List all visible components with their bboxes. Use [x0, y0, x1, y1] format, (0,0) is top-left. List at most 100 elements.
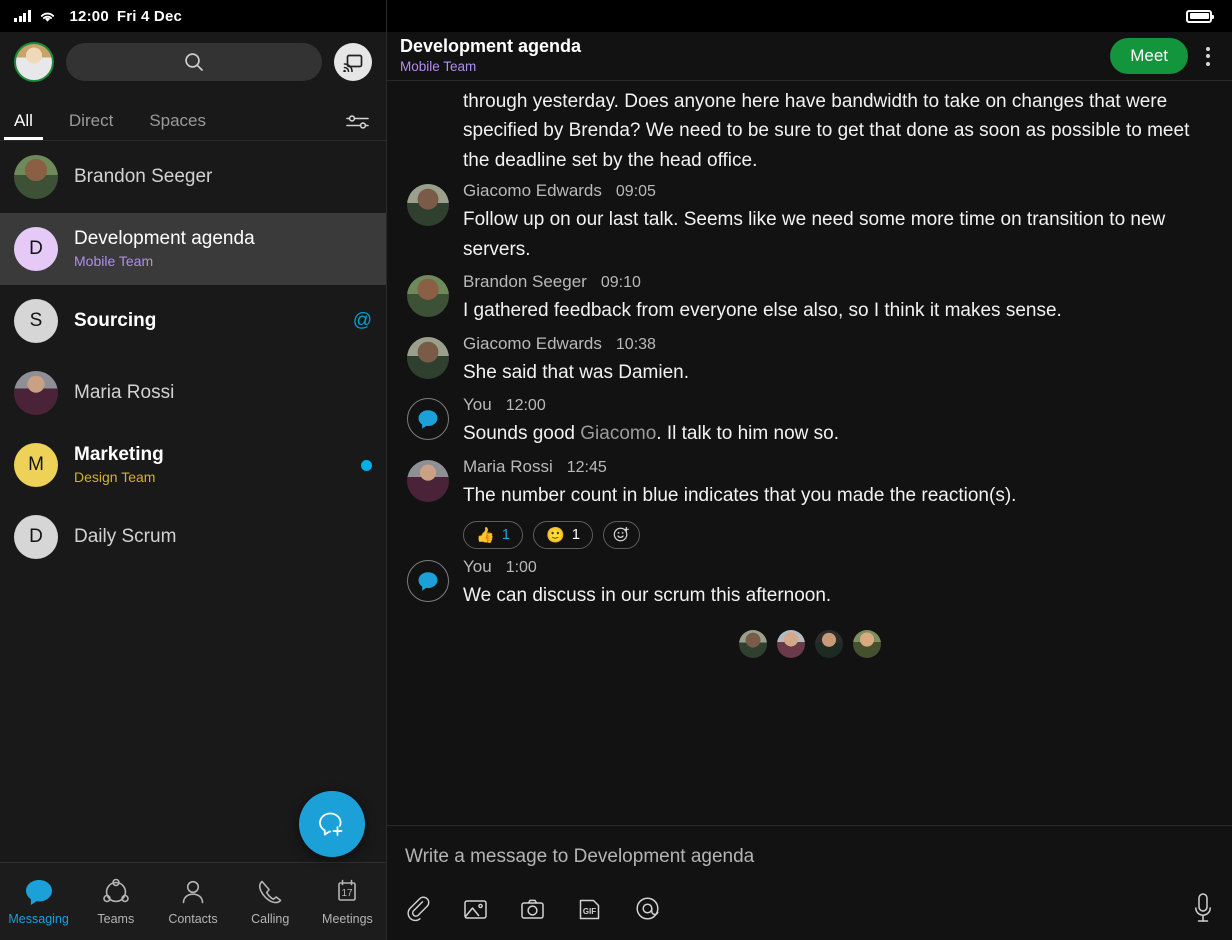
- message-author: You: [463, 395, 492, 415]
- svg-text:GIF: GIF: [583, 907, 596, 916]
- message-text: We can discuss in our scrum this afterno…: [463, 581, 1212, 610]
- nav-label: Contacts: [168, 912, 217, 926]
- message-text-after: . Il talk to him now so.: [656, 423, 839, 444]
- gif-icon[interactable]: GIF: [576, 896, 603, 923]
- nav-label: Calling: [251, 912, 289, 926]
- tab-direct[interactable]: Direct: [69, 111, 113, 140]
- tab-all[interactable]: All: [14, 111, 33, 140]
- message-author: Brandon Seeger: [463, 272, 587, 292]
- avatar: [407, 460, 449, 502]
- microphone-icon[interactable]: [1192, 891, 1214, 927]
- message-author: You: [463, 557, 492, 577]
- phone-handset-icon: [254, 877, 286, 907]
- status-bar: 12:00 Fri 4 Dec: [0, 0, 386, 32]
- main-status-bar: [387, 0, 1232, 32]
- nav-messaging[interactable]: Messaging: [0, 877, 77, 926]
- attach-paperclip-icon[interactable]: [405, 896, 432, 923]
- message-item: You 12:00 Sounds good Giacomo. Il talk t…: [407, 389, 1212, 450]
- message-composer[interactable]: Write a message to Development agenda: [387, 825, 1232, 940]
- message-input[interactable]: Write a message to Development agenda: [405, 846, 1214, 868]
- list-item-title: Maria Rossi: [74, 381, 372, 405]
- mention-chip[interactable]: Giacomo: [580, 423, 656, 444]
- read-receipt-avatar: [739, 630, 767, 658]
- kebab-menu-icon[interactable]: [1200, 41, 1216, 72]
- list-item-title: Marketing: [74, 443, 345, 467]
- status-date: Fri 4 Dec: [117, 8, 182, 25]
- avatar[interactable]: [14, 42, 54, 82]
- camera-icon[interactable]: [519, 896, 546, 923]
- list-item-title: Sourcing: [74, 309, 337, 333]
- nav-teams[interactable]: Teams: [77, 877, 154, 926]
- mention-badge-icon: @: [353, 310, 372, 332]
- list-item[interactable]: Maria Rossi: [0, 357, 386, 429]
- composer-toolbar: GIF: [405, 891, 1214, 927]
- message-author: Giacomo Edwards: [463, 334, 602, 354]
- unread-dot-badge: [361, 460, 372, 471]
- app-root: 12:00 Fri 4 Dec: [0, 0, 1232, 940]
- sidebar: 12:00 Fri 4 Dec: [0, 0, 387, 940]
- avatar: [14, 371, 58, 415]
- message-item: Giacomo Edwards 10:38 She said that was …: [407, 328, 1212, 389]
- read-receipt-avatar: [853, 630, 881, 658]
- avatar-initial: D: [29, 526, 43, 548]
- message-text-before: Sounds good: [463, 423, 580, 444]
- svg-text:17: 17: [342, 888, 354, 899]
- message-text: She said that was Damien.: [463, 358, 1212, 387]
- list-item-subtitle: Design Team: [74, 468, 345, 487]
- list-item[interactable]: D Development agenda Mobile Team: [0, 213, 386, 285]
- message-text: The number count in blue indicates that …: [463, 481, 1212, 510]
- filter-sliders-icon[interactable]: [344, 112, 372, 132]
- message-text: I gathered feedback from everyone else a…: [463, 296, 1212, 325]
- search-input[interactable]: [66, 43, 322, 81]
- reaction-count: 1: [502, 526, 510, 543]
- message-continuation: through yesterday. Does anyone here have…: [407, 87, 1212, 175]
- tab-spaces[interactable]: Spaces: [149, 111, 206, 140]
- avatar-initial: S: [30, 310, 43, 332]
- avatar: [407, 275, 449, 317]
- sidebar-tabs: All Direct Spaces: [0, 92, 386, 140]
- conversation-header: Development agenda Mobile Team Meet: [387, 32, 1232, 81]
- message-author: Maria Rossi: [463, 457, 553, 477]
- message-time: 1:00: [506, 559, 537, 577]
- reaction-chip-smile[interactable]: 🙂 1: [533, 521, 593, 549]
- battery-full-icon: [1186, 10, 1212, 23]
- nav-label: Meetings: [322, 912, 373, 926]
- new-chat-plus-icon[interactable]: [299, 791, 365, 857]
- mention-at-icon[interactable]: [633, 895, 662, 924]
- list-item[interactable]: Brandon Seeger: [0, 141, 386, 213]
- nav-label: Messaging: [8, 912, 68, 926]
- read-receipts: [407, 612, 1212, 668]
- teams-icon: [100, 877, 132, 907]
- avatar: [407, 337, 449, 379]
- cast-screen-icon[interactable]: [334, 43, 372, 81]
- list-item-title: Development agenda: [74, 227, 372, 251]
- message-item: Giacomo Edwards 09:05 Follow up on our l…: [407, 175, 1212, 266]
- reaction-chip-thumbsup[interactable]: 👍 1: [463, 521, 523, 549]
- you-avatar: [407, 398, 449, 440]
- nav-contacts[interactable]: Contacts: [154, 877, 231, 926]
- avatar: S: [14, 299, 58, 343]
- read-receipt-avatar: [777, 630, 805, 658]
- meet-button[interactable]: Meet: [1110, 38, 1188, 74]
- add-reaction-icon[interactable]: [603, 521, 640, 549]
- list-item-subtitle: Mobile Team: [74, 252, 372, 271]
- list-item[interactable]: D Daily Scrum: [0, 501, 386, 573]
- image-icon[interactable]: [462, 896, 489, 923]
- list-item-title: Brandon Seeger: [74, 165, 372, 189]
- status-time: 12:00: [70, 8, 109, 25]
- avatar: D: [14, 515, 58, 559]
- list-item[interactable]: M Marketing Design Team: [0, 429, 386, 501]
- nav-calling[interactable]: Calling: [232, 877, 309, 926]
- nav-meetings[interactable]: 17 Meetings: [309, 877, 386, 926]
- sidebar-top-bar: [0, 32, 386, 92]
- calendar-icon: 17: [331, 877, 363, 907]
- message-time: 12:45: [567, 459, 607, 477]
- message-bubble-icon: [23, 877, 55, 907]
- thumbs-up-icon: 👍: [476, 526, 495, 544]
- read-receipt-avatar: [815, 630, 843, 658]
- message-list[interactable]: through yesterday. Does anyone here have…: [387, 81, 1232, 825]
- conversation-panel: Development agenda Mobile Team Meet thro…: [387, 0, 1232, 940]
- avatar: M: [14, 443, 58, 487]
- conversation-subtitle: Mobile Team: [400, 59, 1098, 75]
- list-item[interactable]: S Sourcing @: [0, 285, 386, 357]
